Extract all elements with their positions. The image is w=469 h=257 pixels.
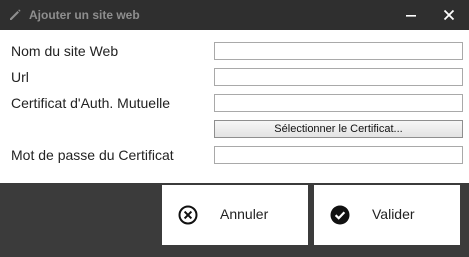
validate-button[interactable]: Valider xyxy=(314,185,460,245)
pencil-icon xyxy=(10,9,21,20)
site-name-input[interactable] xyxy=(214,42,463,60)
action-bar: Annuler Valider xyxy=(0,183,469,257)
cert-password-label: Mot de passe du Certificat xyxy=(11,147,174,163)
validate-label: Valider xyxy=(372,206,415,222)
cancel-button[interactable]: Annuler xyxy=(162,185,308,245)
form-panel: Nom du site Web Url Certificat d'Auth. M… xyxy=(0,30,469,183)
select-certificate-button[interactable]: Sélectionner le Certificat... xyxy=(214,120,463,138)
url-label: Url xyxy=(11,69,29,85)
dialog-window: Ajouter un site web Nom du site Web Url … xyxy=(0,0,469,257)
cert-password-input[interactable] xyxy=(214,146,463,164)
cert-label: Certificat d'Auth. Mutuelle xyxy=(11,95,171,111)
cert-input[interactable] xyxy=(214,94,463,112)
cancel-circle-icon xyxy=(178,205,198,225)
site-name-label: Nom du site Web xyxy=(11,43,119,59)
close-icon xyxy=(443,9,455,21)
title-bar[interactable]: Ajouter un site web xyxy=(0,0,469,30)
minimize-icon xyxy=(406,15,416,17)
url-input[interactable] xyxy=(214,68,463,86)
cancel-label: Annuler xyxy=(220,206,269,222)
minimize-button[interactable] xyxy=(393,0,429,30)
window-title: Ajouter un site web xyxy=(29,8,140,22)
check-circle-icon xyxy=(330,205,350,225)
close-button[interactable] xyxy=(431,0,467,30)
